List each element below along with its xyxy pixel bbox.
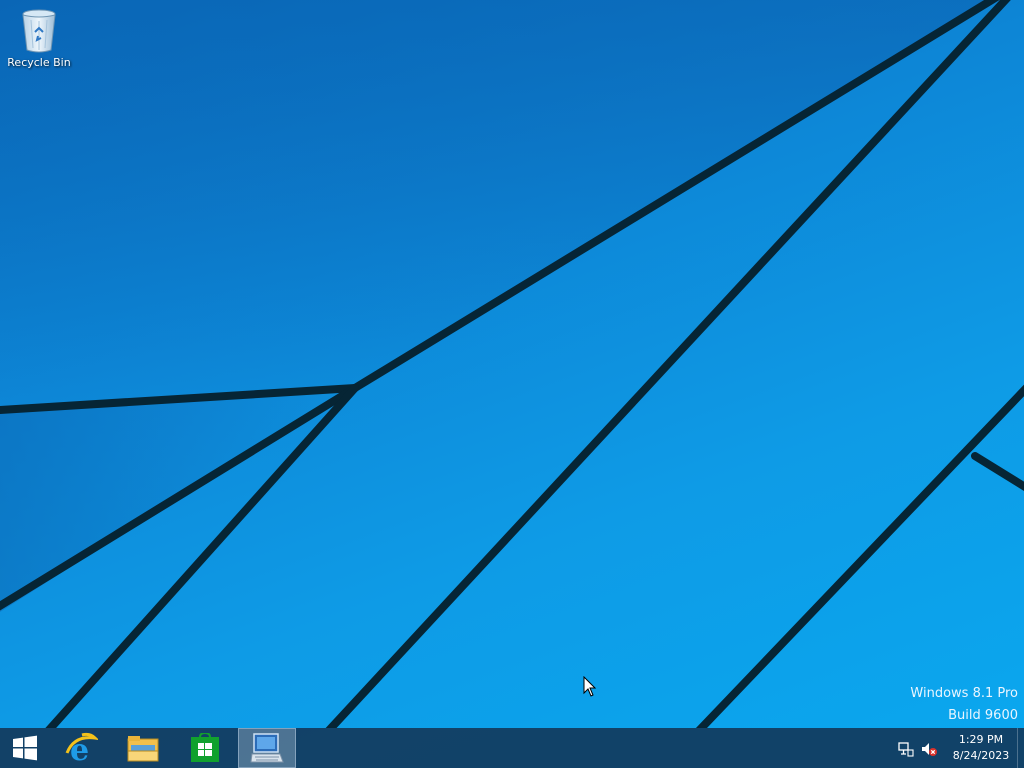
clock-time: 1:29 PM — [958, 733, 1004, 746]
watermark-edition: Windows 8.1 Pro — [910, 686, 1018, 701]
show-desktop-button[interactable] — [1017, 728, 1024, 768]
recycle-bin[interactable]: Recycle Bin — [4, 6, 74, 76]
windows-logo-icon — [13, 735, 37, 761]
file-explorer-icon — [127, 736, 159, 762]
volume-muted-icon[interactable] — [921, 741, 937, 757]
store-icon — [191, 733, 219, 762]
network-icon[interactable] — [898, 741, 914, 757]
taskbar-internet-explorer[interactable]: e — [52, 728, 110, 768]
clock-date: 8/24/2023 — [952, 749, 1010, 762]
taskbar-store[interactable] — [176, 728, 234, 768]
internet-explorer-icon: e — [65, 732, 98, 765]
taskbar-file-explorer[interactable] — [114, 728, 172, 768]
windows-watermark: Windows 8.1 Pro Build 9600 — [910, 683, 1018, 727]
start-button[interactable] — [0, 728, 50, 768]
watermark-build: Build 9600 — [948, 708, 1018, 723]
mouse-cursor-icon — [583, 676, 597, 697]
on-screen-keyboard-icon — [250, 733, 284, 763]
wallpaper — [0, 0, 1024, 728]
recycle-bin-label: Recycle Bin — [7, 56, 71, 69]
desktop[interactable]: Recycle Bin Windows 8.1 Pro Build 9600 e — [0, 0, 1024, 768]
taskbar-on-screen-keyboard[interactable] — [238, 728, 296, 768]
recycle-bin-icon — [22, 9, 56, 53]
system-clock[interactable]: 1:29 PM 8/24/2023 — [948, 732, 1014, 764]
taskbar: e 1:29 PM 8/24/2023 — [0, 728, 1024, 768]
